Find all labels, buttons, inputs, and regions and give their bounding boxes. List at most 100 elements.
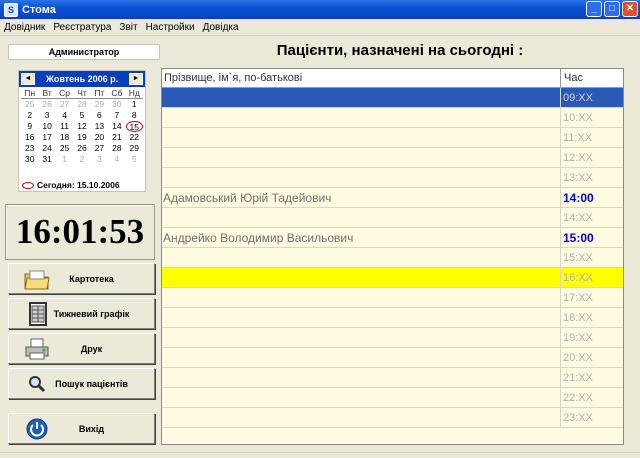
calendar-day[interactable]: 16	[21, 132, 38, 143]
table-row[interactable]: 22:XX	[162, 388, 623, 408]
calendar-day-today[interactable]: 15	[125, 121, 143, 132]
calendar-day[interactable]: 27	[91, 143, 108, 154]
menu-zvit[interactable]: Звіт	[115, 22, 141, 33]
column-header-name[interactable]: Прізвище, ім`я, по-батькові	[162, 69, 561, 87]
weekday-label: Пн	[21, 88, 39, 99]
patient-search-button[interactable]: Пошук пацієнтів	[8, 368, 155, 399]
calendar-day[interactable]: 13	[91, 121, 108, 132]
menu-dovidnyk[interactable]: Довідник	[0, 22, 49, 33]
calendar-day[interactable]: 30	[21, 154, 38, 165]
time-cell: 20:XX	[563, 352, 593, 364]
calendar-day[interactable]: 10	[38, 121, 55, 132]
calendar-day[interactable]: 30	[108, 99, 125, 110]
calendar-day[interactable]: 18	[56, 132, 73, 143]
window-title: Стома	[22, 3, 56, 16]
table-row[interactable]: 20:XX	[162, 348, 623, 368]
calendar-day[interactable]: 4	[56, 110, 73, 121]
menu-bar: Довідник Реєстратура Звіт Настройки Дові…	[0, 19, 640, 36]
print-button[interactable]: Друк	[8, 333, 155, 364]
menu-reestratura[interactable]: Реєстратура	[49, 22, 115, 33]
calendar-day[interactable]: 26	[73, 143, 90, 154]
calendar-day[interactable]: 29	[91, 99, 108, 110]
table-row[interactable]: 19:XX	[162, 328, 623, 348]
calendar-day[interactable]: 22	[126, 132, 143, 143]
patient-name-cell	[162, 288, 561, 307]
calendar-day[interactable]: 3	[91, 154, 108, 165]
calendar-day[interactable]: 5	[73, 110, 90, 121]
time-cell: 12:XX	[563, 152, 593, 164]
calendar-day[interactable]: 17	[38, 132, 55, 143]
calendar-month-title[interactable]: Жовтень 2006 р.	[46, 74, 118, 84]
calendar-day[interactable]: 11	[56, 121, 73, 132]
calendar-day[interactable]: 4	[108, 154, 125, 165]
calendar-sheet-icon	[23, 301, 51, 326]
calendar-day[interactable]: 27	[56, 99, 73, 110]
table-row[interactable]: 21:XX	[162, 368, 623, 388]
calendar-day[interactable]: 9	[21, 121, 38, 132]
clock-display: 16:01:53	[5, 204, 155, 260]
calendar-day[interactable]: 7	[108, 110, 125, 121]
calendar-day[interactable]: 3	[38, 110, 55, 121]
time-cell: 14:00	[563, 191, 594, 205]
minimize-button[interactable]: _	[586, 1, 602, 17]
calendar-day[interactable]: 1	[56, 154, 73, 165]
close-button[interactable]: ✕	[622, 1, 638, 17]
menu-dovidka[interactable]: Довідка	[199, 22, 243, 33]
power-icon	[23, 417, 51, 441]
next-month-button[interactable]: ►	[129, 73, 143, 85]
calendar-day[interactable]: 31	[38, 154, 55, 165]
patient-name-cell	[162, 148, 561, 167]
weekday-label: Вт	[38, 88, 56, 99]
table-row[interactable]: 23:XX	[162, 408, 623, 428]
patient-name-cell	[162, 308, 561, 327]
column-header-time[interactable]: Час	[561, 69, 623, 87]
calendar-day[interactable]: 23	[21, 143, 38, 154]
table-row[interactable]: 17:XX	[162, 288, 623, 308]
calendar-day[interactable]: 25	[21, 99, 38, 110]
table-row[interactable]: 18:XX	[162, 308, 623, 328]
maximize-button[interactable]: □	[604, 1, 620, 17]
table-row[interactable]: 12:XX	[162, 148, 623, 168]
calendar-day[interactable]: 29	[126, 143, 143, 154]
calendar-day[interactable]: 19	[73, 132, 90, 143]
table-row[interactable]: 09:XX	[162, 88, 623, 108]
calendar-day[interactable]: 25	[56, 143, 73, 154]
calendar-day[interactable]: 12	[73, 121, 90, 132]
calendar-day[interactable]: 8	[126, 110, 143, 121]
calendar-day[interactable]: 24	[38, 143, 55, 154]
calendar: ◄ Жовтень 2006 р. ► Пн Вт Ср Чт Пт Сб Нд 25 26 27…	[18, 70, 146, 192]
menu-nastroiky[interactable]: Настройки	[142, 22, 199, 33]
calendar-today-link[interactable]: Сегодня: 15.10.2006	[22, 180, 120, 190]
calendar-day[interactable]: 14	[108, 121, 125, 132]
table-row[interactable]: Адамовський Юрій Тадейович 14:00	[162, 188, 623, 208]
kartoteka-button[interactable]: Картотека	[8, 263, 155, 294]
patient-name-cell	[162, 328, 561, 347]
calendar-day[interactable]: 28	[108, 143, 125, 154]
calendar-day[interactable]: 21	[108, 132, 125, 143]
table-row[interactable]: 16:XX	[162, 268, 623, 288]
calendar-day[interactable]: 20	[91, 132, 108, 143]
prev-month-button[interactable]: ◄	[21, 73, 35, 85]
calendar-day[interactable]: 1	[126, 99, 143, 110]
patient-name-cell: Андрейко Володимир Васильович	[162, 228, 561, 247]
calendar-day[interactable]: 2	[21, 110, 38, 121]
calendar-day[interactable]: 2	[73, 154, 90, 165]
magnifier-icon	[23, 372, 51, 396]
table-row[interactable]: 10:XX	[162, 108, 623, 128]
table-row[interactable]: 13:XX	[162, 168, 623, 188]
weekly-schedule-button[interactable]: Тижневий графік	[8, 298, 155, 329]
page-title: Пацієнти, назначені на сьогодні :	[276, 42, 524, 59]
table-header: Прізвище, ім`я, по-батькові Час	[162, 69, 623, 88]
calendar-day[interactable]: 6	[91, 110, 108, 121]
table-row[interactable]: 11:XX	[162, 128, 623, 148]
patient-search-label: Пошук пацієнтів	[55, 378, 128, 389]
table-row[interactable]: 14:XX	[162, 208, 623, 228]
kartoteka-label: Картотека	[69, 273, 114, 284]
calendar-day[interactable]: 5	[126, 154, 143, 165]
table-row[interactable]: 15:XX	[162, 248, 623, 268]
calendar-day[interactable]: 26	[38, 99, 55, 110]
calendar-day[interactable]: 28	[73, 99, 90, 110]
exit-button[interactable]: Вихід	[8, 413, 155, 444]
weekday-label: Чт	[73, 88, 91, 99]
table-row[interactable]: Андрейко Володимир Васильович 15:00	[162, 228, 623, 248]
